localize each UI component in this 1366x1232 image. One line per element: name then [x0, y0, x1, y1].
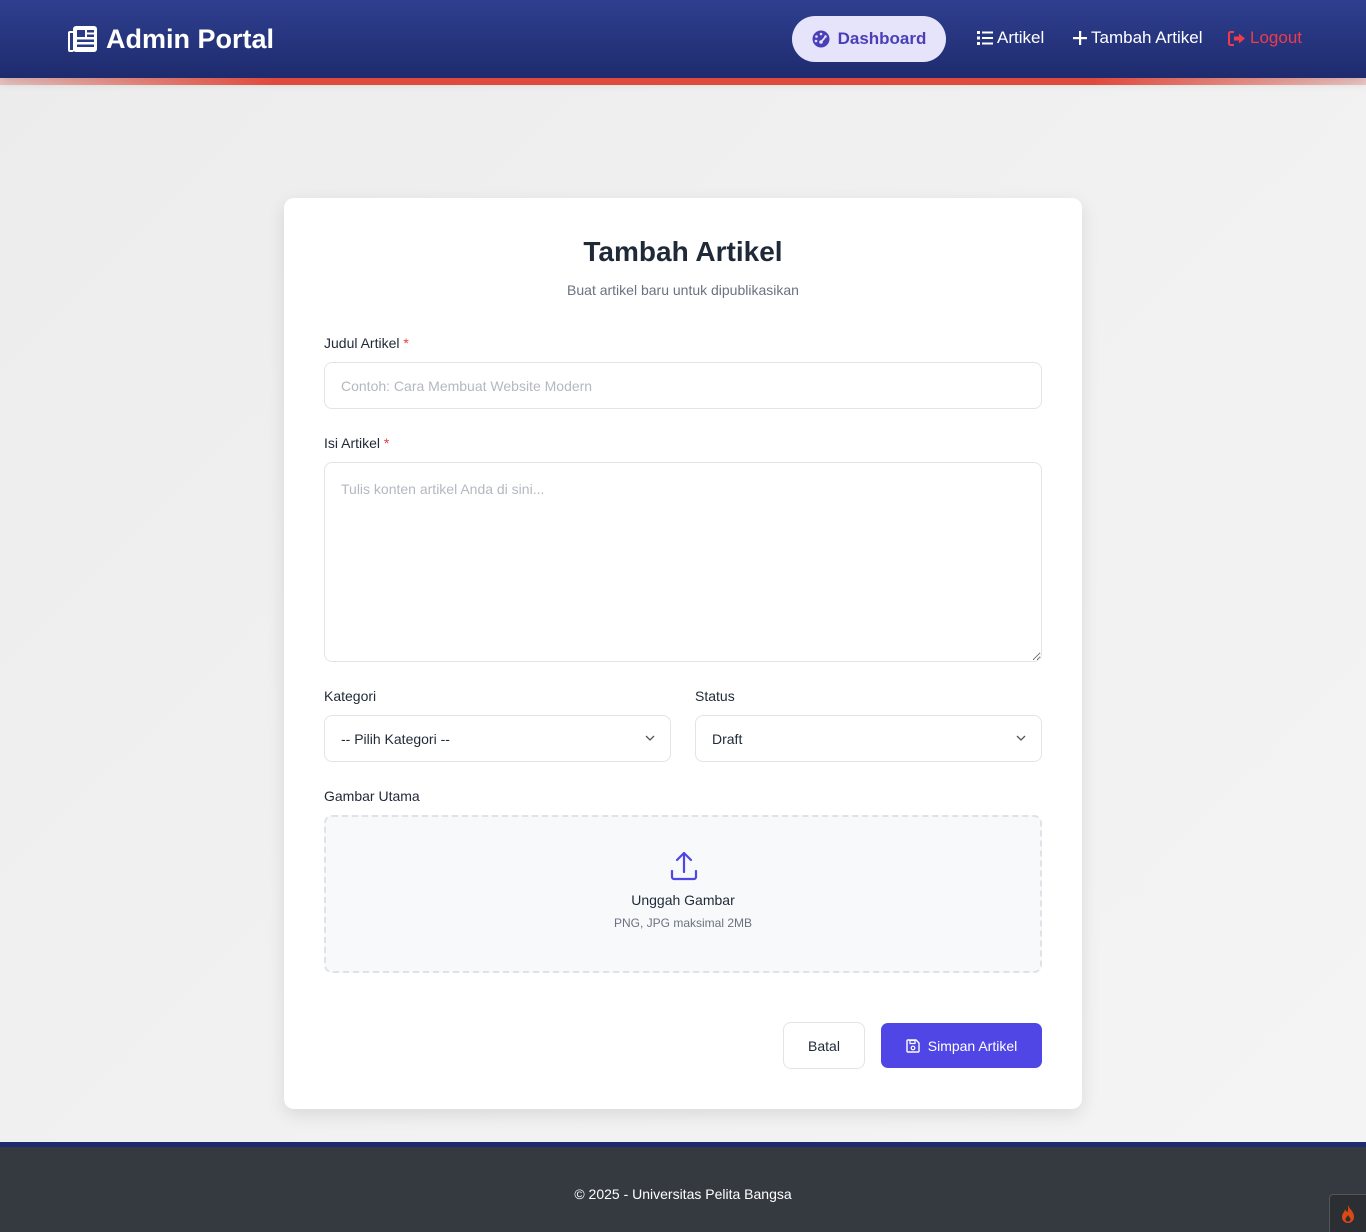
- upload-icon: [670, 851, 698, 881]
- brand-title: Admin Portal: [106, 23, 275, 54]
- footer-copyright: © 2025 - Universitas Pelita Bangsa: [574, 1186, 792, 1202]
- brand[interactable]: Admin Portal: [68, 22, 274, 56]
- nav-tambah-artikel[interactable]: Tambah Artikel: [1073, 26, 1203, 50]
- page-title: Tambah Artikel: [583, 236, 783, 267]
- status-select[interactable]: Draft: [695, 715, 1042, 762]
- isi-label: Isi Artikel *: [324, 435, 389, 451]
- newspaper-icon: [68, 26, 97, 52]
- upload-title: Unggah Gambar: [631, 892, 735, 908]
- chevron-down-icon: [645, 735, 655, 741]
- cancel-button[interactable]: Batal: [783, 1022, 865, 1069]
- save-button-label: Simpan Artikel: [927, 1037, 1018, 1054]
- judul-label: Judul Artikel *: [324, 335, 409, 351]
- nav-tambah-label: Tambah Artikel: [1091, 28, 1203, 47]
- nav-dashboard[interactable]: Dashboard: [792, 16, 946, 62]
- page-subtitle: Buat artikel baru untuk dipublikasikan: [567, 282, 799, 298]
- required-marker: *: [383, 435, 390, 451]
- nav-logout-label: Logout: [1250, 28, 1302, 47]
- kategori-selected: -- Pilih Kategori --: [341, 730, 450, 747]
- kategori-label: Kategori: [324, 688, 377, 704]
- nav-logout[interactable]: Logout: [1228, 26, 1302, 50]
- judul-label-text: Judul Artikel: [324, 335, 400, 351]
- upload-hint: PNG, JPG maksimal 2MB: [613, 916, 753, 930]
- nav-dashboard-label: Dashboard: [837, 29, 927, 48]
- judul-input[interactable]: [324, 362, 1042, 409]
- navbar: Admin Portal Dashboard Artikel Tambah Ar…: [0, 0, 1366, 78]
- add-article-card: Tambah Artikel Buat artikel baru untuk d…: [284, 198, 1082, 1109]
- nav-artikel[interactable]: Artikel: [977, 26, 1044, 50]
- fire-icon: [1342, 1204, 1354, 1223]
- status-label: Status: [695, 688, 735, 704]
- status-selected: Draft: [712, 730, 743, 747]
- isi-label-text: Isi Artikel: [324, 435, 381, 451]
- chevron-down-icon: [1016, 735, 1026, 741]
- isi-textarea[interactable]: [324, 462, 1042, 662]
- image-upload-dropzone[interactable]: Unggah Gambar PNG, JPG maksimal 2MB: [324, 815, 1042, 973]
- plus-icon: [1073, 31, 1087, 45]
- sign-out-icon: [1228, 30, 1245, 46]
- nav-artikel-label: Artikel: [997, 28, 1045, 47]
- save-article-button[interactable]: Simpan Artikel: [881, 1023, 1042, 1068]
- list-icon: [977, 31, 993, 45]
- kategori-select[interactable]: -- Pilih Kategori --: [324, 715, 671, 762]
- debug-toolbar-toggle[interactable]: [1329, 1194, 1366, 1232]
- required-marker: *: [403, 335, 409, 351]
- navbar-accent-line: [0, 78, 1366, 85]
- save-icon: [906, 1038, 920, 1053]
- gauge-icon: [812, 30, 830, 48]
- gambar-label: Gambar Utama: [324, 788, 420, 804]
- footer: © 2025 - Universitas Pelita Bangsa: [0, 1142, 1366, 1232]
